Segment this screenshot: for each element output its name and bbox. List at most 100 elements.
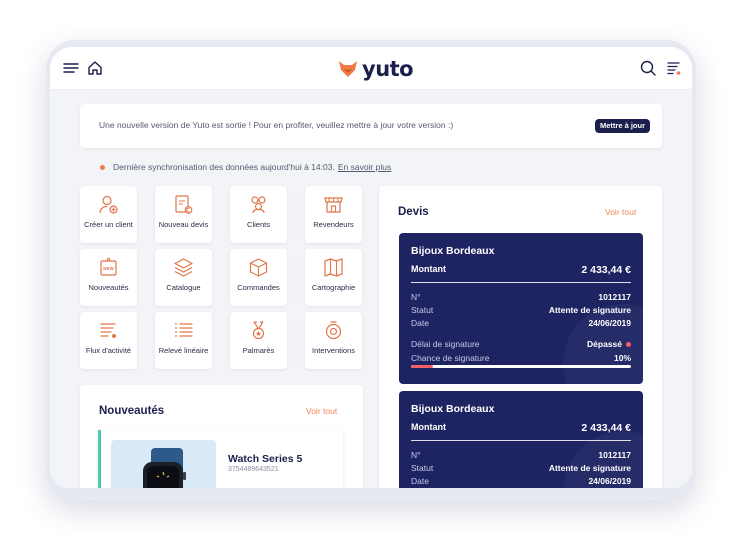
divider (411, 282, 631, 283)
quotes-panel: Devis Voir tout Bijoux Bordeaux Montant … (379, 186, 662, 488)
smartwatch-icon (143, 448, 186, 488)
number-label: N° (411, 450, 421, 460)
product-reference: 3754489643521 (228, 466, 279, 473)
home-icon[interactable] (86, 59, 104, 77)
date-value: 24/06/2019 (588, 318, 631, 328)
medal-icon (252, 321, 265, 340)
tile-label: Interventions (312, 346, 355, 355)
quote-amount-row: Montant 2 433,44 € (411, 264, 631, 276)
product-name: Watch Series 5 (228, 453, 303, 465)
sync-text: Dernière synchronisation des données auj… (113, 162, 335, 172)
amount-label: Montant (411, 422, 446, 432)
overdue-dot (626, 342, 631, 348)
tile-label: Catalogue (166, 283, 201, 292)
tile-label: Palmarès (242, 346, 275, 355)
activity-feed-icon (100, 323, 116, 338)
catalog-layers-icon (174, 258, 193, 277)
status-label: Statut (411, 305, 434, 315)
tile-new-quote[interactable]: Nouveau devis (155, 186, 212, 243)
signature-delay-row: Délai de signature Dépassé (411, 339, 631, 349)
tile-activity-feed[interactable]: Flux d'activité (80, 312, 137, 369)
status-label: Statut (411, 463, 434, 473)
learn-more-link[interactable]: En savoir plus (338, 162, 391, 172)
quote-card[interactable]: Bijoux Bordeaux Montant 2 433,44 € N° 10… (399, 391, 643, 488)
status-dot (100, 164, 105, 170)
chance-value: 10% (613, 353, 631, 363)
quote-date-row: Date 24/06/2019 (411, 318, 631, 328)
quote-client: Bijoux Bordeaux (411, 403, 495, 415)
quotes-title: Devis (398, 206, 429, 218)
brand-name: yuto (362, 57, 414, 81)
banner-text: Une nouvelle version de Yuto est sortie … (99, 120, 454, 130)
tile-label: Nouveau devis (158, 220, 209, 229)
chance-progress-bar (411, 365, 631, 368)
tile-label: Flux d'activité (85, 346, 132, 355)
tile-linear-survey[interactable]: Relevé linéaire (155, 312, 212, 369)
fox-logo-icon (339, 61, 357, 77)
hamburger-menu-icon[interactable] (62, 59, 80, 77)
number-value: 1012117 (598, 450, 631, 460)
update-button[interactable]: Mettre à jour (594, 119, 650, 133)
app-screen: yuto Une nouvelle version de Yuto est so… (50, 47, 692, 488)
quote-number-row: N° 1012117 (411, 292, 631, 302)
map-icon (324, 258, 343, 277)
chance-label: Chance de signature (411, 353, 490, 363)
yuto-logo[interactable]: yuto (338, 57, 414, 81)
tile-news[interactable]: NEW Nouveautés (80, 249, 137, 306)
tile-label: Clients (247, 220, 270, 229)
amount-value: 2 433,44 € (581, 422, 631, 434)
delay-value: Dépassé (587, 339, 631, 349)
news-panel: Nouveautés Voir tout Watch Series 5 3754… (80, 385, 363, 488)
new-tag-icon: NEW (100, 257, 117, 276)
update-banner: Une nouvelle version de Yuto est sortie … (80, 104, 662, 148)
top-bar: yuto (50, 47, 692, 90)
sync-info: Dernière synchronisation des données auj… (100, 162, 391, 172)
quotes-see-all-link[interactable]: Voir tout (605, 207, 636, 217)
number-label: N° (411, 292, 421, 302)
clients-icon (251, 196, 266, 214)
signature-chance-row: Chance de signature 10% (411, 353, 631, 363)
chance-progress-fill (411, 365, 433, 368)
filter-list-icon[interactable] (665, 59, 683, 77)
intervention-icon (325, 321, 342, 340)
tile-label: Nouveautés (88, 283, 129, 292)
date-label: Date (411, 318, 429, 328)
search-icon[interactable] (639, 59, 657, 77)
number-value: 1012117 (598, 292, 631, 302)
tile-label: Commandes (237, 283, 280, 292)
box-icon (249, 258, 268, 277)
tile-orders[interactable]: Commandes (230, 249, 287, 306)
date-value: 24/06/2019 (588, 476, 631, 486)
tile-clients[interactable]: Clients (230, 186, 287, 243)
tile-ranking[interactable]: Palmarès (230, 312, 287, 369)
tile-catalog[interactable]: Catalogue (155, 249, 212, 306)
quote-card[interactable]: Bijoux Bordeaux Montant 2 433,44 € N° 10… (399, 233, 643, 384)
tile-mapping[interactable]: Cartographie (305, 249, 362, 306)
news-see-all-link[interactable]: Voir tout (306, 406, 337, 416)
quote-status-row: Statut Attente de signature (411, 305, 631, 315)
news-title: Nouveautés (99, 405, 165, 417)
tile-label: Relevé linéaire (158, 346, 209, 355)
quote-date-row: Date 24/06/2019 (411, 476, 631, 486)
add-user-icon (99, 195, 118, 214)
quote-number-row: N° 1012117 (411, 450, 631, 460)
quote-amount-row: Montant 2 433,44 € (411, 422, 631, 434)
tile-create-client[interactable]: Créer un client (80, 186, 137, 243)
tile-resellers[interactable]: Revendeurs (305, 186, 362, 243)
amount-label: Montant (411, 264, 446, 274)
status-value: Attente de signature (548, 305, 631, 315)
product-image (111, 440, 216, 488)
svg-text:NEW: NEW (103, 266, 114, 271)
quote-status-row: Statut Attente de signature (411, 463, 631, 473)
date-label: Date (411, 476, 429, 486)
product-card[interactable]: Watch Series 5 3754489643521 (98, 430, 343, 488)
store-icon (324, 197, 343, 213)
quote-client: Bijoux Bordeaux (411, 245, 495, 257)
new-quote-icon (175, 195, 193, 214)
tile-label: Créer un client (84, 220, 133, 229)
tile-label: Cartographie (311, 283, 356, 292)
tile-interventions[interactable]: Interventions (305, 312, 362, 369)
list-icon (175, 323, 193, 337)
amount-value: 2 433,44 € (581, 264, 631, 276)
delay-label: Délai de signature (411, 339, 480, 349)
